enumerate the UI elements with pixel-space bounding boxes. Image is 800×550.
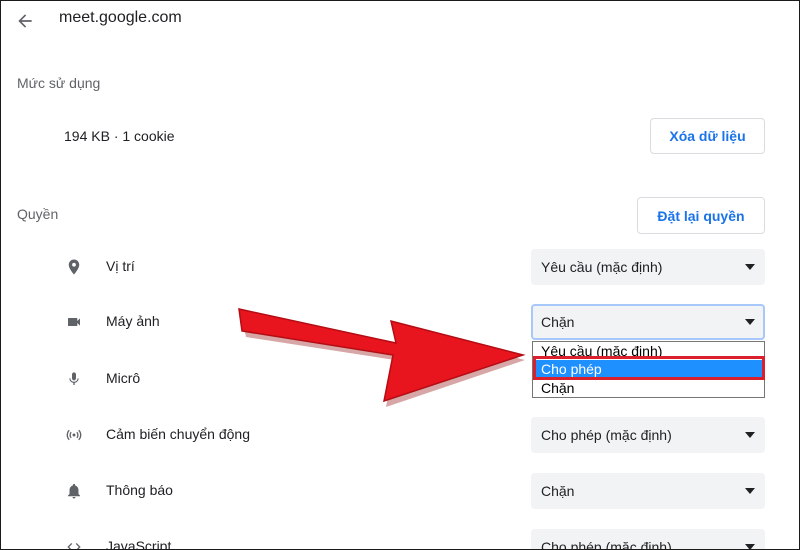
site-settings-page: meet.google.com Mức sử dụng 194 KB · 1 c… (0, 0, 800, 550)
annotation-arrow (238, 308, 526, 407)
dropdown-option-block[interactable]: Chặn (533, 379, 764, 397)
annotation-highlight-box (533, 356, 765, 380)
